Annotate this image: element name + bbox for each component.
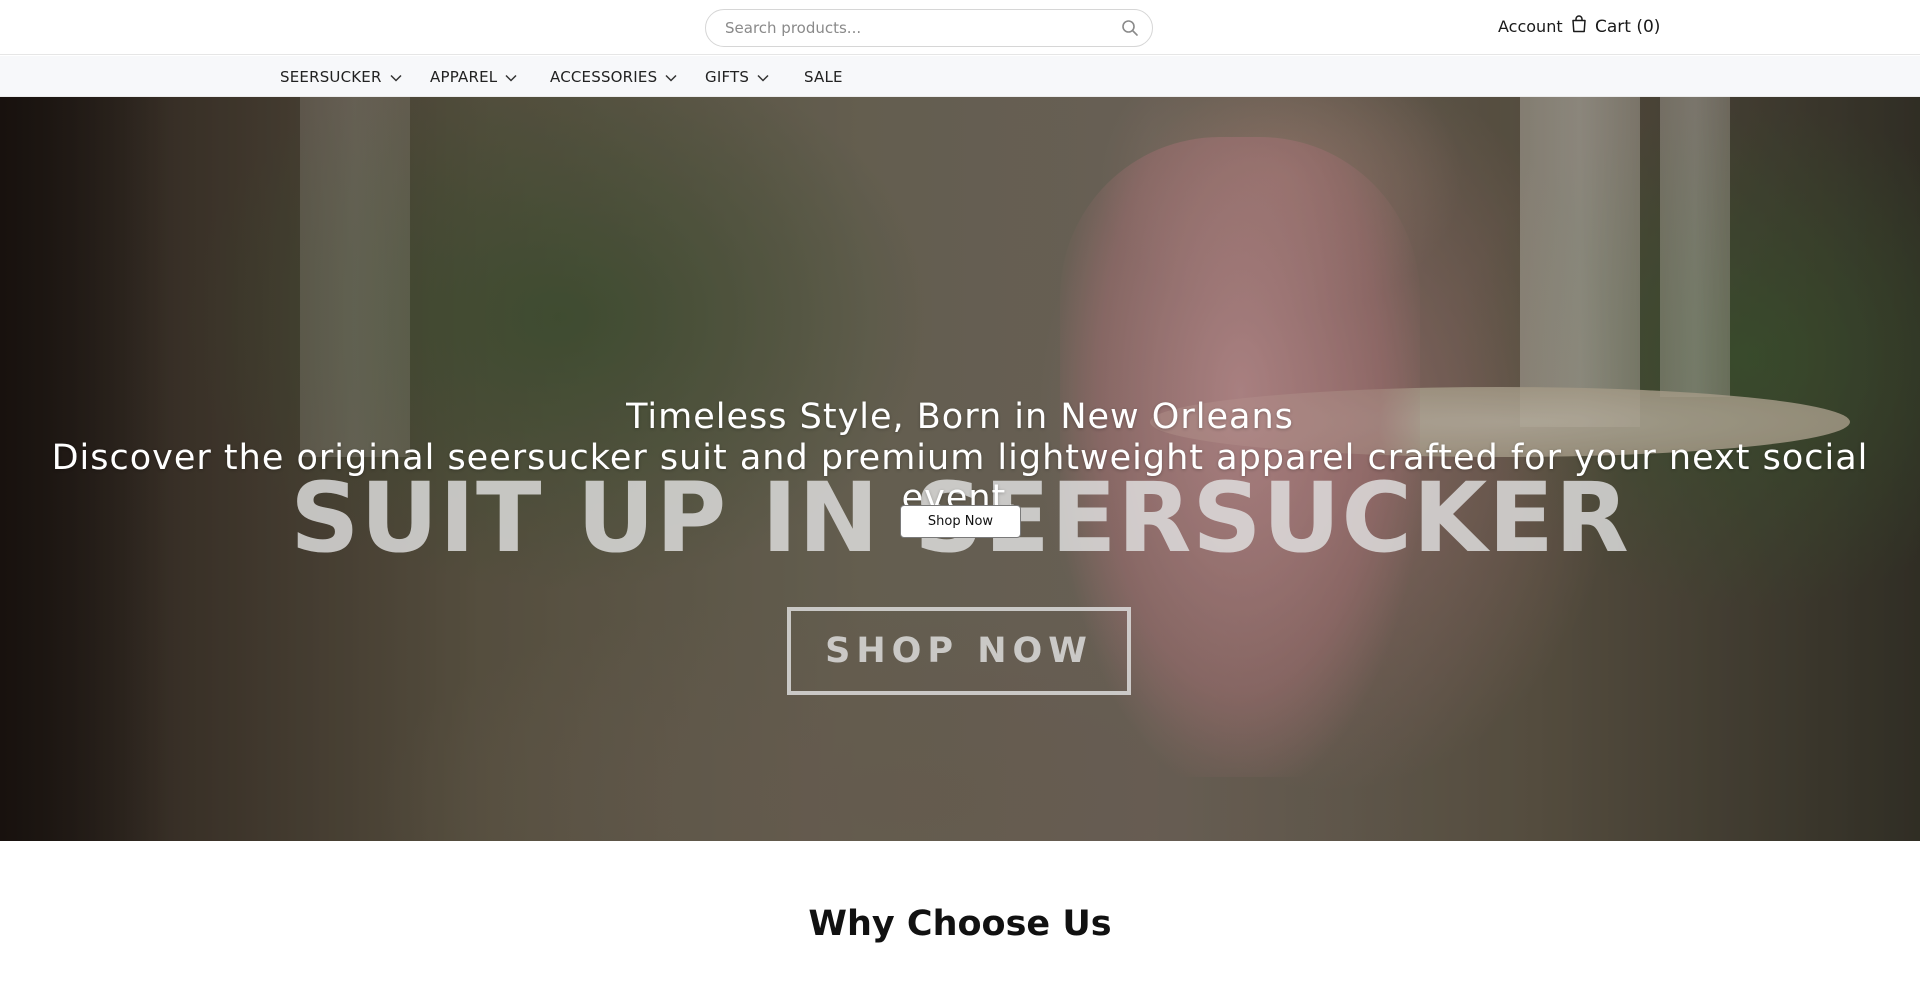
hero-banner: SUIT UP IN SEERSUCKER SHOP NOW Timeless … [0, 97, 1920, 841]
cart-label: Cart (0) [1595, 16, 1661, 37]
search-input[interactable] [723, 18, 1120, 38]
main-nav: SEERSUCKER APPAREL ACCESSORIES GIFTS SAL… [0, 56, 1920, 97]
nav-item-sale[interactable]: SALE [804, 56, 843, 97]
chevron-down-icon [665, 68, 677, 86]
search-icon[interactable] [1120, 18, 1140, 38]
nav-item-apparel[interactable]: APPAREL [430, 56, 517, 97]
nav-item-seersucker[interactable]: SEERSUCKER [280, 56, 402, 97]
hero-image-shop-now: SHOP NOW [787, 607, 1131, 695]
chevron-down-icon [390, 68, 402, 86]
nav-item-label: SEERSUCKER [280, 67, 382, 86]
cart-link[interactable]: Cart (0) [1571, 15, 1660, 38]
nav-item-label: SALE [804, 67, 843, 86]
hero-title: Timeless Style, Born in New Orleans [626, 397, 1294, 437]
top-header: Account Cart (0) [0, 0, 1920, 55]
chevron-down-icon [757, 68, 769, 86]
account-link[interactable]: Account [1498, 17, 1563, 36]
nav-item-gifts[interactable]: GIFTS [705, 56, 769, 97]
nav-item-accessories[interactable]: ACCESSORIES [550, 56, 677, 97]
shopping-bag-icon [1571, 15, 1587, 38]
nav-item-label: APPAREL [430, 67, 498, 86]
search-bar[interactable] [705, 9, 1153, 47]
nav-item-label: GIFTS [705, 67, 750, 86]
nav-item-label: ACCESSORIES [550, 67, 658, 86]
chevron-down-icon [505, 68, 517, 86]
shop-now-button[interactable]: Shop Now [900, 505, 1021, 538]
why-choose-us-heading: Why Choose Us [808, 904, 1112, 944]
